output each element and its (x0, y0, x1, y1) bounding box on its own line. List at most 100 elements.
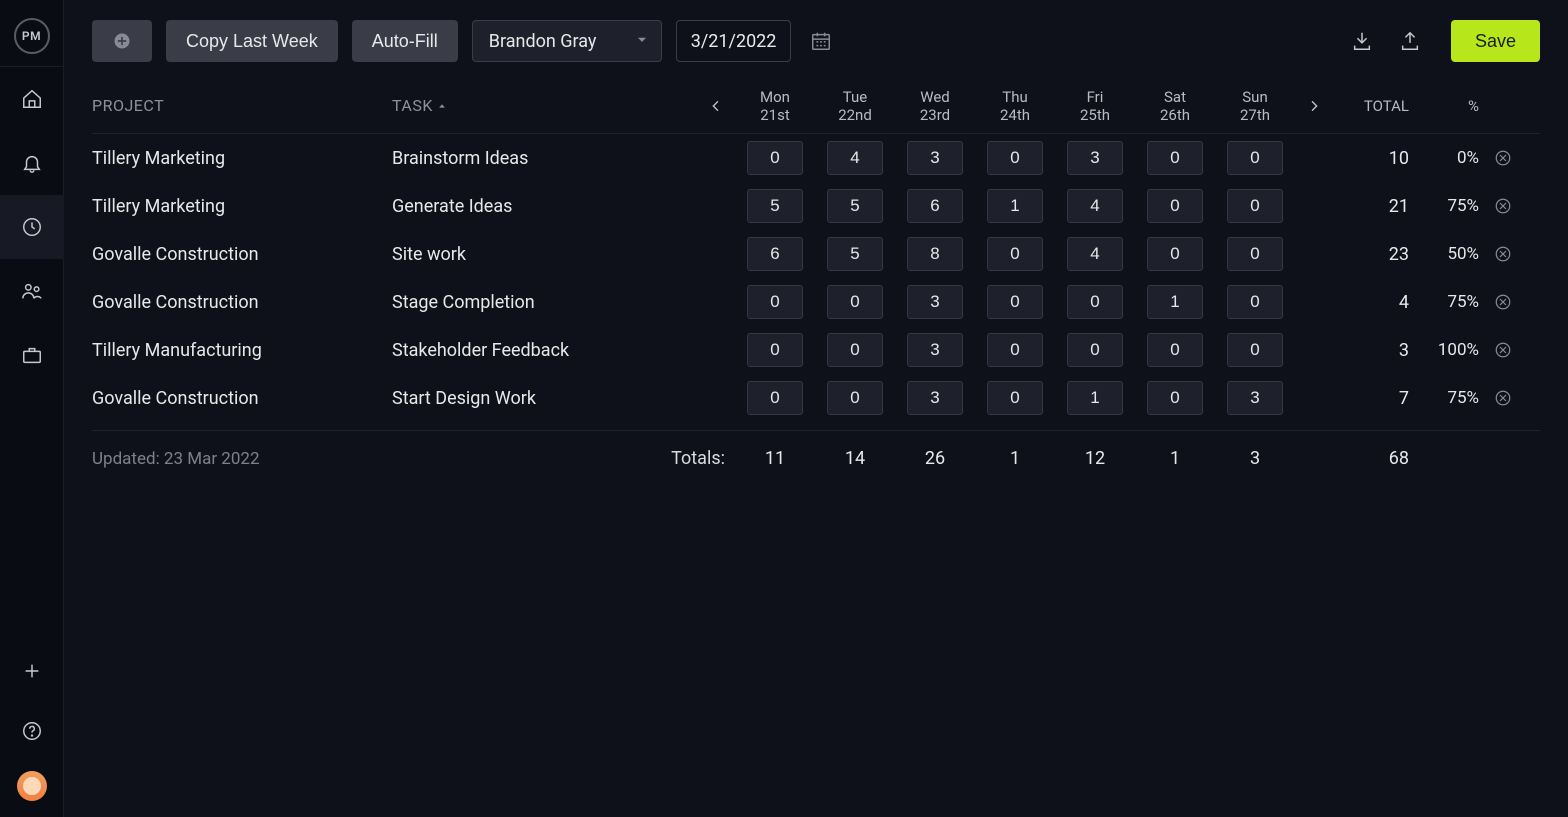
hours-input[interactable] (1227, 381, 1283, 415)
footer-total-fri: 12 (1055, 448, 1135, 469)
auto-fill-button[interactable]: Auto-Fill (352, 20, 458, 62)
hours-cell (895, 333, 975, 367)
copy-last-week-button[interactable]: Copy Last Week (166, 20, 338, 62)
date-input[interactable]: 3/21/2022 (676, 20, 792, 62)
nav-help[interactable] (0, 711, 64, 751)
hours-input[interactable] (1227, 333, 1283, 367)
hours-input[interactable] (907, 381, 963, 415)
header-day-sun: Sun27th (1215, 88, 1295, 124)
hours-input[interactable] (907, 141, 963, 175)
nav-team[interactable] (0, 259, 64, 323)
add-row-button[interactable] (92, 20, 152, 62)
hours-input[interactable] (907, 333, 963, 367)
hours-cell (1055, 381, 1135, 415)
hours-input[interactable] (907, 189, 963, 223)
hours-cell (735, 381, 815, 415)
hours-input[interactable] (827, 285, 883, 319)
hours-input[interactable] (1147, 333, 1203, 367)
delete-row-button[interactable] (1483, 341, 1523, 359)
cell-task: Stage Completion (392, 292, 697, 313)
grid-header: PROJECT TASK Mon21st Tue22nd Wed23rd Thu… (92, 78, 1540, 134)
nav-projects[interactable] (0, 323, 64, 387)
footer-grand-total: 68 (1333, 448, 1413, 469)
hours-input[interactable] (1067, 285, 1123, 319)
hours-input[interactable] (827, 381, 883, 415)
main-content: Copy Last Week Auto-Fill Brandon Gray 3/… (64, 0, 1568, 817)
export-button[interactable] (1393, 24, 1427, 58)
hours-input[interactable] (907, 237, 963, 271)
hours-input[interactable] (987, 381, 1043, 415)
delete-row-button[interactable] (1483, 197, 1523, 215)
hours-cell (1135, 237, 1215, 271)
hours-input[interactable] (1147, 285, 1203, 319)
hours-input[interactable] (1147, 237, 1203, 271)
hours-input[interactable] (1067, 141, 1123, 175)
avatar[interactable] (17, 771, 47, 801)
avatar-image (23, 777, 41, 795)
hours-input[interactable] (1147, 141, 1203, 175)
hours-input[interactable] (747, 333, 803, 367)
hours-input[interactable] (747, 237, 803, 271)
hours-input[interactable] (1067, 381, 1123, 415)
cell-project: Tillery Marketing (92, 148, 392, 169)
hours-cell (895, 237, 975, 271)
hours-input[interactable] (1227, 237, 1283, 271)
hours-input[interactable] (1227, 189, 1283, 223)
hours-input[interactable] (827, 141, 883, 175)
header-day-sat: Sat26th (1135, 88, 1215, 124)
header-task[interactable]: TASK (392, 96, 697, 115)
header-project[interactable]: PROJECT (92, 96, 392, 115)
hours-input[interactable] (987, 189, 1043, 223)
hours-input[interactable] (827, 333, 883, 367)
close-circle-icon (1494, 341, 1512, 359)
hours-input[interactable] (1227, 285, 1283, 319)
cell-row-total: 7 (1333, 388, 1413, 409)
hours-input[interactable] (1147, 189, 1203, 223)
delete-row-button[interactable] (1483, 293, 1523, 311)
hours-input[interactable] (827, 237, 883, 271)
import-button[interactable] (1345, 24, 1379, 58)
cell-row-total: 3 (1333, 340, 1413, 361)
bell-icon (21, 152, 43, 174)
hours-input[interactable] (1067, 189, 1123, 223)
save-button[interactable]: Save (1451, 20, 1540, 62)
next-week-button[interactable] (1295, 98, 1333, 114)
delete-row-button[interactable] (1483, 149, 1523, 167)
hours-input[interactable] (987, 285, 1043, 319)
cell-row-percent: 75% (1413, 292, 1483, 312)
nav-timesheets[interactable] (0, 195, 64, 259)
totals-label: Totals: (392, 448, 735, 469)
hours-input[interactable] (747, 141, 803, 175)
cell-task: Stakeholder Feedback (392, 340, 697, 361)
delete-row-button[interactable] (1483, 245, 1523, 263)
hours-cell (1215, 381, 1295, 415)
header-total: TOTAL (1333, 97, 1413, 115)
hours-cell (975, 381, 1055, 415)
cell-task: Site work (392, 244, 697, 265)
prev-week-button[interactable] (697, 98, 735, 114)
hours-cell (815, 381, 895, 415)
hours-input[interactable] (1067, 333, 1123, 367)
calendar-button[interactable] (805, 20, 837, 62)
hours-input[interactable] (987, 333, 1043, 367)
hours-cell (1215, 285, 1295, 319)
nav-home[interactable] (0, 67, 64, 131)
hours-input[interactable] (1227, 141, 1283, 175)
close-circle-icon (1494, 389, 1512, 407)
cell-task: Generate Ideas (392, 196, 697, 217)
hours-input[interactable] (827, 189, 883, 223)
calendar-icon (810, 30, 832, 52)
hours-input[interactable] (747, 381, 803, 415)
user-select[interactable]: Brandon Gray (472, 20, 662, 62)
hours-input[interactable] (987, 141, 1043, 175)
hours-input[interactable] (987, 237, 1043, 271)
delete-row-button[interactable] (1483, 389, 1523, 407)
hours-input[interactable] (747, 189, 803, 223)
nav-add[interactable] (0, 651, 64, 691)
hours-input[interactable] (747, 285, 803, 319)
sort-asc-icon (437, 96, 447, 115)
hours-input[interactable] (1067, 237, 1123, 271)
hours-input[interactable] (1147, 381, 1203, 415)
nav-notifications[interactable] (0, 131, 64, 195)
hours-input[interactable] (907, 285, 963, 319)
